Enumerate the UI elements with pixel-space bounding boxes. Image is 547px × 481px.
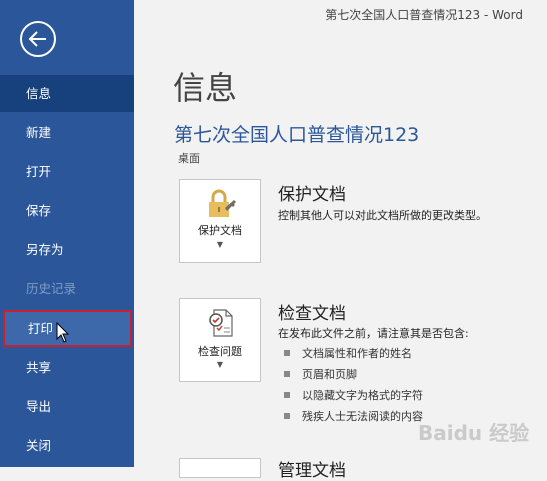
document-title: 第七次全国人口普查情况123 <box>174 124 420 146</box>
manage-document-button[interactable] <box>179 458 261 478</box>
inspect-button-label: 检查问题 <box>198 345 242 358</box>
arrow-left-icon <box>28 31 46 47</box>
protect-document-button[interactable]: 保护文档 ▼ <box>179 179 261 263</box>
manage-section-title: 管理文档 <box>278 461 346 481</box>
watermark: Baidu 经验 <box>418 421 530 445</box>
window-title: 第七次全国人口普查情况123 - Word <box>325 8 523 22</box>
sidebar-item-close[interactable]: 关闭 <box>0 427 134 464</box>
sidebar-item-export[interactable]: 导出 <box>0 388 134 425</box>
list-item: 残疾人士无法阅读的内容 <box>284 409 423 430</box>
sidebar-item-save[interactable]: 保存 <box>0 192 134 229</box>
sidebar-item-new[interactable]: 新建 <box>0 114 134 151</box>
list-item: 页眉和页脚 <box>284 367 423 388</box>
sidebar-item-save-as[interactable]: 另存为 <box>0 231 134 268</box>
backstage-sidebar: 信息 新建 打开 保存 另存为 历史记录 打印 共享 导出 关闭 <box>0 0 134 467</box>
inspect-section-description: 在发布此文件之前，请注意其是否包含: <box>278 327 469 340</box>
sidebar-item-open[interactable]: 打开 <box>0 153 134 190</box>
inspect-checklist-icon <box>209 309 233 337</box>
chevron-down-icon: ▼ <box>216 240 224 249</box>
protect-section-description: 控制其他人可以对此文档所做的更改类型。 <box>278 209 487 222</box>
sidebar-item-history: 历史记录 <box>26 281 77 296</box>
protect-section-title: 保护文档 <box>278 185 346 205</box>
page-title: 信息 <box>173 69 238 107</box>
list-item: 文档属性和作者的姓名 <box>284 346 423 367</box>
document-location: 桌面 <box>178 152 200 165</box>
sidebar-item-info[interactable]: 信息 <box>0 75 134 112</box>
inspect-document-button[interactable]: 检查问题 ▼ <box>179 298 261 382</box>
chevron-down-icon: ▼ <box>216 360 224 369</box>
list-item: 以隐藏文字为格式的字符 <box>284 388 423 409</box>
protect-button-label: 保护文档 <box>198 224 242 237</box>
inspect-bullet-list: 文档属性和作者的姓名 页眉和页脚 以隐藏文字为格式的字符 残疾人士无法阅读的内容 <box>284 346 423 430</box>
inspect-section-title: 检查文档 <box>278 304 346 324</box>
lock-key-icon <box>209 189 236 217</box>
sidebar-item-share[interactable]: 共享 <box>0 349 134 386</box>
mouse-cursor-icon <box>56 322 70 343</box>
back-button[interactable] <box>20 21 56 57</box>
